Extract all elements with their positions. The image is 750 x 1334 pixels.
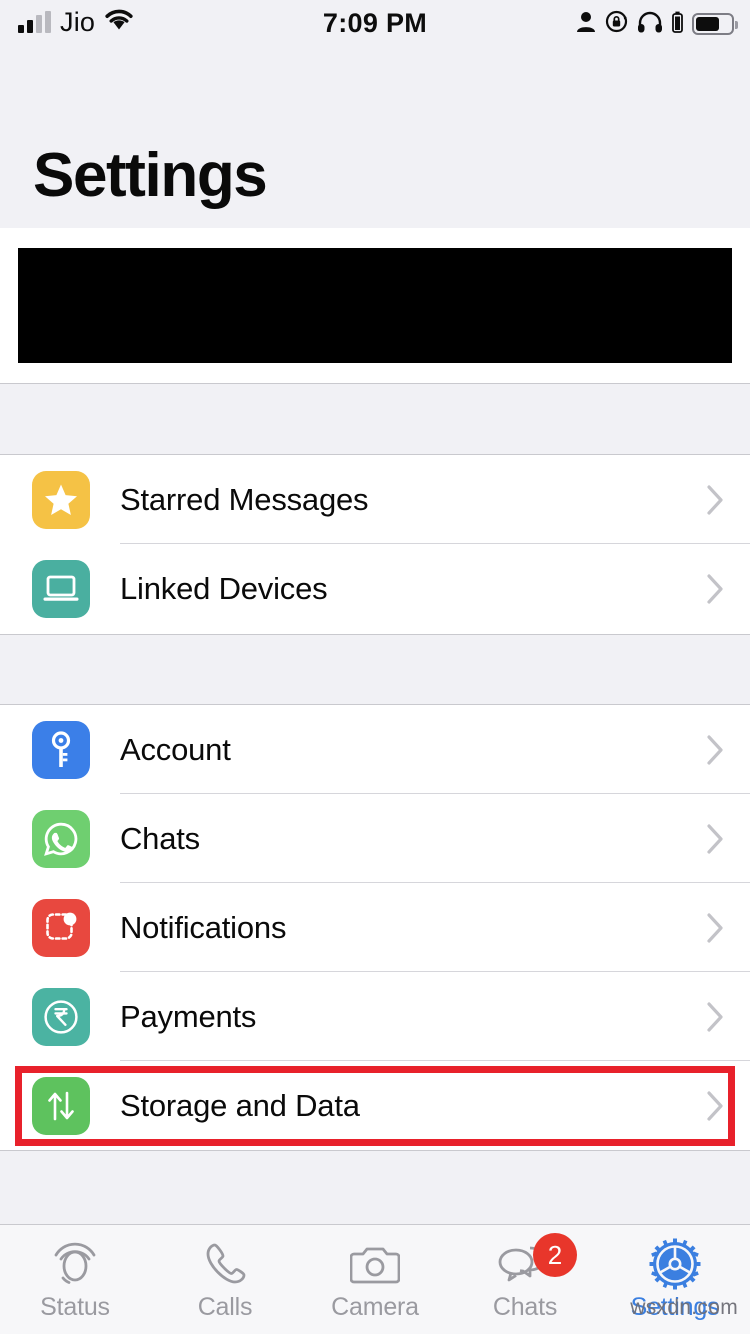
settings-row-label: Notifications	[120, 909, 287, 945]
tab-status[interactable]: Status	[0, 1225, 150, 1334]
page-title: Settings	[33, 141, 268, 210]
rotation-lock-icon	[605, 10, 628, 38]
star-icon	[32, 470, 90, 529]
rupee-circle-icon	[32, 987, 90, 1046]
settings-row-linked-devices[interactable]: Linked Devices	[0, 544, 750, 633]
whatsapp-icon	[32, 809, 90, 868]
tab-label: Status	[40, 1293, 110, 1321]
profile-section[interactable]	[0, 228, 750, 383]
gear-icon	[649, 1238, 701, 1290]
chevron-right-icon	[707, 573, 724, 604]
chevron-right-icon	[707, 912, 724, 943]
tab-chats[interactable]: 2 Chats	[450, 1225, 600, 1334]
chevron-right-icon	[707, 1001, 724, 1032]
chevron-right-icon	[707, 1090, 724, 1121]
settings-row-payments[interactable]: Payments	[0, 972, 750, 1061]
tab-camera[interactable]: Camera	[300, 1225, 450, 1334]
settings-row-label: Storage and Data	[120, 1087, 360, 1123]
chats-unread-badge: 2	[533, 1233, 577, 1277]
laptop-icon	[32, 559, 90, 618]
settings-group-account: Account Chats Notifications Payments Sto…	[0, 705, 750, 1150]
chevron-right-icon	[707, 484, 724, 515]
transfer-arrows-icon	[32, 1076, 90, 1135]
status-bar-right	[576, 10, 738, 38]
camera-icon	[350, 1238, 400, 1290]
headphones-battery-icon	[672, 11, 683, 38]
section-gap-1	[0, 384, 750, 454]
watermark-label: wsxdn.com	[630, 1296, 738, 1319]
settings-row-label: Account	[120, 731, 231, 767]
settings-row-label: Linked Devices	[120, 570, 328, 606]
settings-row-label: Starred Messages	[120, 481, 369, 517]
settings-row-label: Payments	[120, 998, 257, 1034]
battery-icon	[692, 13, 738, 35]
key-icon	[32, 720, 90, 779]
settings-row-label: Chats	[120, 820, 200, 856]
redacted-profile-block	[18, 248, 732, 363]
settings-row-account[interactable]: Account	[0, 705, 750, 794]
settings-group-starred-linked: Starred Messages Linked Devices	[0, 455, 750, 634]
phone-screen: Jio 7:09 PM Settings Starred Messages Li…	[0, 0, 750, 1334]
person-icon	[576, 11, 596, 38]
chevron-right-icon	[707, 734, 724, 765]
tab-label: Calls	[197, 1293, 253, 1321]
section-gap-2	[0, 635, 750, 704]
settings-row-notifications[interactable]: Notifications	[0, 883, 750, 972]
tab-label: Chats	[492, 1293, 558, 1321]
section-gap-3	[0, 1151, 750, 1227]
settings-row-starred-messages[interactable]: Starred Messages	[0, 455, 750, 544]
phone-icon	[201, 1238, 249, 1290]
settings-row-storage-and-data[interactable]: Storage and Data	[0, 1061, 750, 1150]
notification-badge-icon	[32, 898, 90, 957]
headphones-icon	[637, 11, 663, 38]
tab-label: Camera	[331, 1293, 419, 1321]
settings-row-chats[interactable]: Chats	[0, 794, 750, 883]
status-rings-icon	[50, 1238, 100, 1290]
tab-calls[interactable]: Calls	[150, 1225, 300, 1334]
chevron-right-icon	[707, 823, 724, 854]
status-bar: Jio 7:09 PM	[0, 0, 750, 52]
